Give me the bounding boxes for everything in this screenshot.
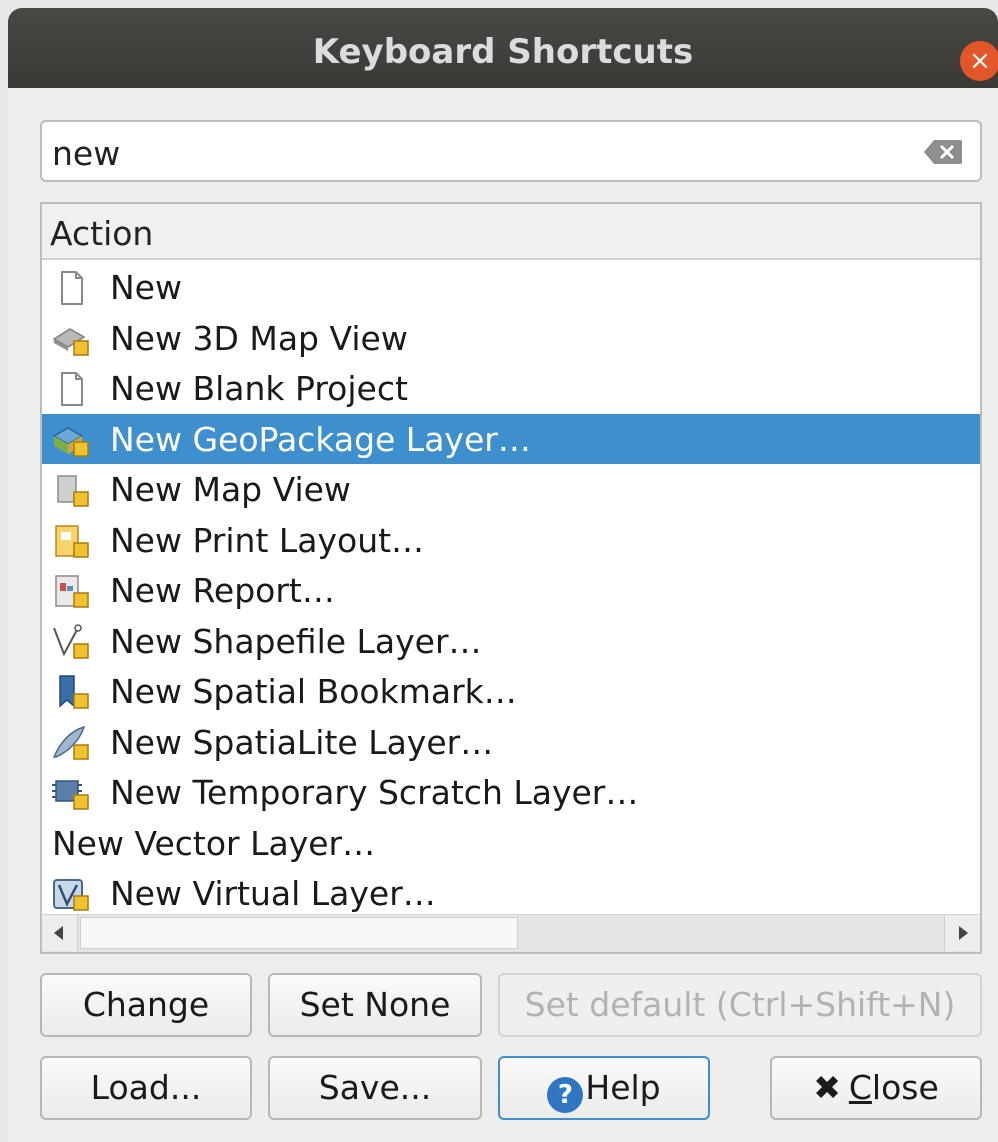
set-none-button[interactable]: Set None <box>268 973 482 1037</box>
column-header-action[interactable]: Action <box>42 204 980 260</box>
search-value: new <box>52 134 121 173</box>
tree-row-label: New Vector Layer… <box>52 823 376 863</box>
arrow-right-icon <box>959 926 968 940</box>
new-memory-layer-icon <box>52 780 89 810</box>
clear-text-icon[interactable] <box>924 140 962 164</box>
help-icon: ? <box>547 1077 584 1113</box>
tree-row-label: New Spatial Bookmark… <box>110 672 517 711</box>
title-bar: Keyboard Shortcuts × <box>8 8 998 88</box>
tree-row-label: New Blank Project <box>110 369 408 408</box>
window-close-icon[interactable]: × <box>960 41 998 81</box>
new-shapefile-icon <box>53 623 89 659</box>
blank-document-icon <box>61 372 83 406</box>
column-header-label: Action <box>50 214 154 253</box>
tree-row[interactable]: New Print Layout… <box>42 515 980 566</box>
tree-row-label: New Temporary Scratch Layer… <box>110 773 639 812</box>
change-button[interactable]: Change <box>40 973 252 1037</box>
new-document-icon <box>61 271 83 305</box>
close-button[interactable]: ✖ Close <box>770 1056 982 1120</box>
tree-row[interactable]: New Vector Layer… <box>42 818 980 869</box>
tree-rows: New New 3D Map View New Blank Project Ne… <box>42 262 980 919</box>
new-bookmark-icon <box>59 675 89 709</box>
geopackage-icon <box>52 426 89 457</box>
new-map-view-icon <box>57 475 89 507</box>
tree-row-selected[interactable]: New GeoPackage Layer… <box>42 413 980 464</box>
horizontal-scrollbar[interactable] <box>42 914 980 952</box>
tree-row[interactable]: New Map View <box>42 464 980 515</box>
tree-row[interactable]: New Temporary Scratch Layer… <box>42 767 980 818</box>
new-virtual-layer-icon <box>53 879 89 911</box>
tree-row-label: New GeoPackage Layer… <box>110 419 531 459</box>
tree-row[interactable]: New Report… <box>42 565 980 616</box>
close-icon: ✖ <box>813 1068 841 1107</box>
tree-row[interactable]: New Blank Project <box>42 363 980 414</box>
new-3d-map-view-icon <box>52 327 89 356</box>
tree-row[interactable]: New Virtual Layer… <box>42 868 980 919</box>
new-spatialite-icon <box>52 725 89 760</box>
help-label: Help <box>585 1068 661 1107</box>
scroll-thumb[interactable] <box>80 917 518 949</box>
tree-row[interactable]: New Shapefile Layer… <box>42 616 980 667</box>
help-button[interactable]: ? Help <box>498 1056 710 1120</box>
scroll-right-button[interactable] <box>944 915 980 951</box>
tree-row[interactable]: New 3D Map View <box>42 313 980 364</box>
save-button[interactable]: Save... <box>268 1056 482 1120</box>
shortcuts-tree[interactable]: Action New New 3D Map View New Blank Pro… <box>40 202 982 954</box>
load-button[interactable]: Load... <box>40 1056 252 1120</box>
tree-row-label: New Virtual Layer… <box>110 874 436 913</box>
set-default-button[interactable]: Set default (Ctrl+Shift+N) <box>498 973 982 1037</box>
tree-row[interactable]: New <box>42 262 980 313</box>
tree-row-label: New SpatiaLite Layer… <box>110 722 494 762</box>
tree-row-label: New <box>110 268 182 307</box>
tree-row-label: New Shapefile Layer… <box>110 621 482 661</box>
search-input[interactable]: new <box>40 120 982 182</box>
window-title: Keyboard Shortcuts <box>312 32 694 72</box>
tree-row-label: New Print Layout… <box>110 520 425 560</box>
close-mnemonic: C <box>848 1068 872 1107</box>
new-print-layout-icon <box>55 524 89 558</box>
tree-row[interactable]: New SpatiaLite Layer… <box>42 717 980 768</box>
tree-row-label: New 3D Map View <box>110 318 408 358</box>
tree-row-label: New Map View <box>110 470 351 509</box>
arrow-left-icon <box>54 926 63 940</box>
tree-row-label: New Report… <box>110 571 335 610</box>
close-label: lose <box>871 1068 939 1107</box>
scroll-left-button[interactable] <box>42 915 78 951</box>
tree-row[interactable]: New Spatial Bookmark… <box>42 666 980 717</box>
new-report-icon <box>55 575 89 608</box>
